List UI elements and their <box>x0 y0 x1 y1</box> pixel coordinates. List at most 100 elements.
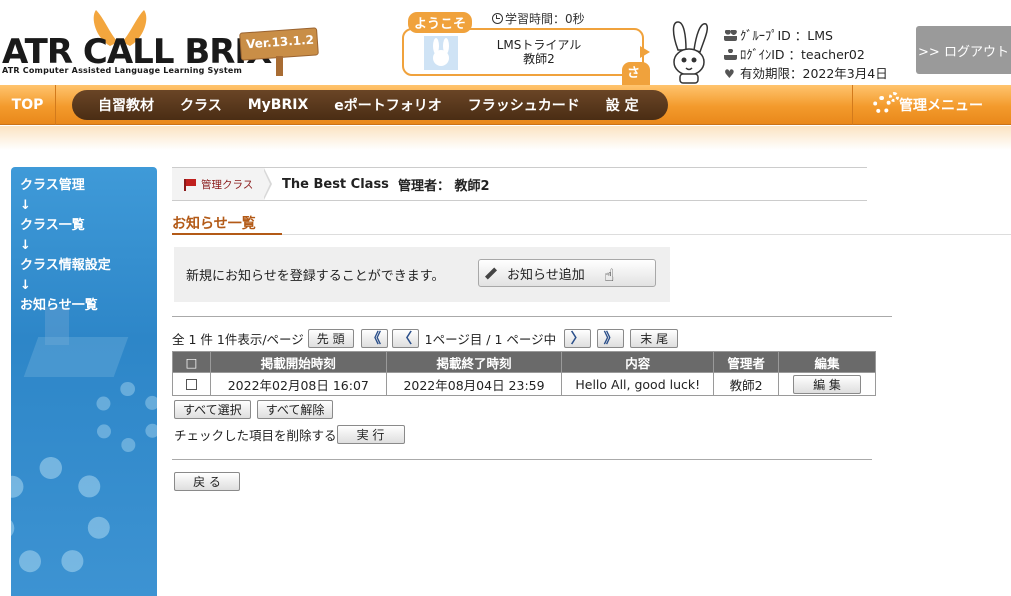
notice-table: □ 掲載開始時刻 掲載終了時刻 内容 管理者 編集 2022年02月08日 16… <box>172 351 876 396</box>
version-sign: Ver.13.1.2 <box>239 22 319 76</box>
header-checkbox-symbol: □ <box>185 354 198 370</box>
study-time-text: 学習時間：0秒 <box>505 12 585 26</box>
sidebar-arrow: ↓ <box>20 238 31 253</box>
breadcrumb: 管理クラス The Best Class 管理者： 教師2 <box>172 167 867 201</box>
group-id-row: ｸﾞﾙｰﾌﾟID ：LMS <box>724 26 888 45</box>
deselect-all-button[interactable]: すべて解除 <box>256 400 334 419</box>
select-all-button[interactable]: すべて選択 <box>174 400 251 419</box>
sidebar-item-notice-list[interactable]: お知らせ一覧 <box>20 296 111 316</box>
last-page-button[interactable]: 末 尾 <box>630 328 679 348</box>
prev-button[interactable]: 〈 <box>391 328 419 348</box>
edit-button[interactable]: 編 集 <box>793 374 861 394</box>
back-button[interactable]: 戻 る <box>174 472 240 491</box>
sidebar-desk-decoration <box>23 337 129 377</box>
next-button[interactable]: 〉 <box>564 328 592 348</box>
header-start-time: 掲載開始時刻 <box>209 351 387 373</box>
welcome-label: ようこそ <box>408 12 473 33</box>
hand-cursor-icon: ☝ <box>604 266 615 286</box>
header-content: 内容 <box>561 351 715 373</box>
sidebar-arrow: ↓ <box>20 198 31 213</box>
admin-menu-button[interactable]: 管理メニュー <box>852 85 1011 125</box>
clock-icon <box>492 13 503 24</box>
pager: 全 1 件 1件表示/ページ 先 頭 《 〈 1ページ目 / 1 ページ中 〉 … <box>172 328 679 348</box>
rabbit-avatar-icon <box>424 36 458 70</box>
title-underline <box>172 233 282 235</box>
pager-summary: 全 1 件 1件表示/ページ <box>172 331 304 347</box>
delete-description: チェックした項目を削除する <box>174 428 337 443</box>
user-display-name: LMSトライアル 教師2 <box>474 38 604 66</box>
header-end-time: 掲載終了時刻 <box>385 351 563 373</box>
breadcrumb-section-label: 管理クラス <box>201 178 254 191</box>
divider <box>172 459 872 460</box>
large-gear-decoration-icon <box>11 457 111 577</box>
small-gear-icon <box>889 92 899 102</box>
add-notice-panel: 新規にお知らせを登録することができます。 お知らせ追加 ☝ <box>174 247 670 302</box>
add-notice-button[interactable]: お知らせ追加 <box>478 259 656 287</box>
breadcrumb-class-name: The Best Class <box>282 176 389 192</box>
table-header-row: □ 掲載開始時刻 掲載終了時刻 内容 管理者 編集 <box>172 351 876 373</box>
welcome-box: LMSトライアル 教師2 <box>402 28 644 76</box>
logout-button[interactable]: >> ログアウト <box>916 26 1011 74</box>
selection-actions: すべて選択 すべて解除 <box>174 400 334 419</box>
row-start-time: 2022年02月08日 16:07 <box>209 372 387 396</box>
group-icon <box>724 30 737 41</box>
divider <box>172 316 892 317</box>
sidebar-item-class-list[interactable]: クラス一覧 <box>20 216 111 236</box>
gear-decoration-icon <box>93 382 157 452</box>
main-nav: TOP 自習教材 クラス MyBRIX eポートフォリオ フラッシュカード 設 … <box>0 85 1011 125</box>
title-divider <box>172 234 1011 235</box>
row-end-time: 2022年08月04日 23:59 <box>385 372 563 396</box>
avatar <box>424 36 458 70</box>
nav-item-mybrix[interactable]: MyBRIX <box>235 97 322 113</box>
page-info: 1ページ目 / 1 ページ中 <box>424 331 557 347</box>
sidebar-item-class-management[interactable]: クラス管理 <box>20 176 111 196</box>
group-id: ｸﾞﾙｰﾌﾟID ：LMS <box>740 28 833 43</box>
execute-button[interactable]: 実 行 <box>336 425 405 444</box>
login-id: ﾛｸﾞｲﾝID ：teacher02 <box>740 47 865 62</box>
version-post <box>276 56 283 76</box>
rabbit-mascot-icon <box>672 21 709 84</box>
nav-item-flashcard[interactable]: フラッシュカード <box>455 95 593 115</box>
breadcrumb-section[interactable]: 管理クラス <box>172 168 264 200</box>
flag-icon <box>184 178 197 191</box>
row-content: Hello All, good luck! <box>561 372 715 396</box>
row-admin: 教師2 <box>713 372 780 396</box>
next-next-button[interactable]: 》 <box>597 328 625 348</box>
nav-item-self-study[interactable]: 自習教材 <box>72 95 167 115</box>
back-row: 戻 る <box>174 472 240 491</box>
nav-top-link[interactable]: TOP <box>0 85 56 125</box>
nav-item-eportfolio[interactable]: eポートフォリオ <box>321 95 455 115</box>
heart-icon: ♥ <box>724 67 735 81</box>
sidebar: クラス管理 ↓ クラス一覧 ↓ クラス情報設定 ↓ お知らせ一覧 <box>11 167 157 596</box>
header-edit: 編集 <box>778 351 876 373</box>
page-title: お知らせ一覧 <box>172 216 256 232</box>
nav-item-class[interactable]: クラス <box>167 95 235 115</box>
pencil-icon <box>484 267 498 280</box>
expiry-date: 有効期限：2022年3月4日 <box>740 66 888 81</box>
first-page-button[interactable]: 先 頭 <box>307 328 354 348</box>
breadcrumb-admin: 管理者： 教師2 <box>398 178 490 194</box>
nav-shadow <box>0 126 1011 150</box>
prev-prev-button[interactable]: 《 <box>360 328 388 348</box>
header-select-column: □ <box>172 351 211 373</box>
delete-actions: チェックした項目を削除する 実 行 <box>174 425 405 444</box>
welcome-panel: LMSトライアル 教師2 ようこそ 学習時間：0秒 さん <box>400 10 650 100</box>
header-admin: 管理者 <box>713 351 780 373</box>
add-notice-description: 新規にお知らせを登録することができます。 <box>186 269 445 284</box>
sidebar-item-class-settings[interactable]: クラス情報設定 <box>20 256 111 276</box>
study-time: 学習時間：0秒 <box>492 10 585 27</box>
header: ATR CALL BRIX ATR Computer Assisted Lang… <box>0 0 1011 100</box>
person-icon <box>724 49 737 60</box>
user-display-name-line1: LMSトライアル <box>496 38 582 52</box>
expiry-row: ♥ 有効期限：2022年3月4日 <box>724 64 888 83</box>
sidebar-links: クラス管理 ↓ クラス一覧 ↓ クラス情報設定 ↓ お知らせ一覧 <box>20 176 111 316</box>
gear-icon <box>873 92 899 114</box>
add-notice-label: お知らせ追加 <box>507 267 585 283</box>
row-edit-cell: 編 集 <box>778 372 876 396</box>
login-id-row: ﾛｸﾞｲﾝID ：teacher02 <box>724 45 888 64</box>
logo-subtitle: ATR Computer Assisted Language Learning … <box>2 66 243 75</box>
table-row: 2022年02月08日 16:07 2022年08月04日 23:59 Hell… <box>172 372 876 396</box>
user-display-name-line2: 教師2 <box>523 52 555 66</box>
nav-item-settings[interactable]: 設 定 <box>593 95 652 115</box>
row-checkbox[interactable] <box>185 378 197 390</box>
